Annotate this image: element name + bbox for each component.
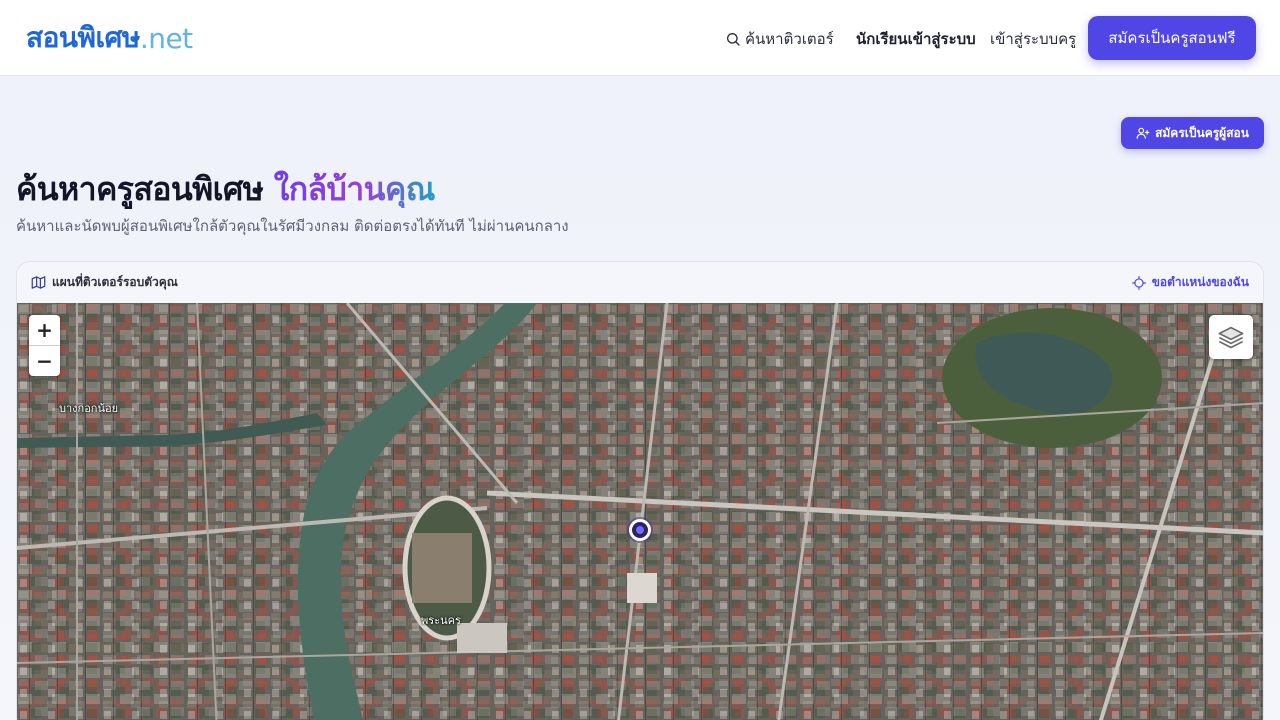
user-location-marker[interactable] bbox=[629, 519, 651, 541]
nav-search-tutor-link[interactable]: ค้นหาติวเตอร์ bbox=[725, 29, 834, 49]
map-label-district-2: พระนคร bbox=[421, 614, 461, 627]
satellite-imagery bbox=[17, 303, 1263, 720]
tutor-map-card: แผนที่ติวเตอร์รอบตัวคุณ ขอตำแหน่งของฉัน bbox=[16, 261, 1264, 720]
nav-teacher-login-link[interactable]: เข้าสู่ระบบครู bbox=[990, 29, 1076, 49]
logo-tld-text: .net bbox=[139, 21, 193, 55]
layers-icon bbox=[1218, 326, 1244, 349]
map-header-title: แผนที่ติวเตอร์รอบตัวคุณ bbox=[31, 273, 178, 292]
register-teacher-button[interactable]: สมัครเป็นครูสอนฟรี bbox=[1088, 16, 1256, 60]
user-plus-icon bbox=[1136, 127, 1150, 139]
page-title: ค้นหาครูสอนพิเศษ ใกล้บ้านคุณ bbox=[16, 164, 435, 210]
nav-search-label: ค้นหาติวเตอร์ bbox=[745, 30, 834, 48]
crosshair-icon bbox=[1131, 275, 1146, 290]
zoom-in-button[interactable]: + bbox=[29, 315, 60, 345]
register-tutor-small-button[interactable]: สมัครเป็นครูผู้สอน bbox=[1121, 117, 1264, 149]
layer-switcher-button[interactable] bbox=[1209, 315, 1253, 359]
logo-main-text: สอนพิเศษ bbox=[26, 21, 140, 54]
map-label-district-1: บางกอกน้อย bbox=[59, 402, 119, 415]
top-navbar: สอนพิเศษ .net ค้นหาติวเตอร์ นักเรียนเข้าส… bbox=[0, 0, 1280, 76]
zoom-out-button[interactable]: − bbox=[29, 345, 60, 376]
page-subtitle: ค้นหาและนัดพบผู้สอนพิเศษใกล้ตัวคุณในรัศม… bbox=[16, 217, 569, 235]
page-title-main: ค้นหาครูสอนพิเศษ bbox=[16, 170, 274, 208]
locate-me-button[interactable]: ขอตำแหน่งของฉัน bbox=[1131, 273, 1249, 292]
nav-student-login-link[interactable]: นักเรียนเข้าสู่ระบบ bbox=[856, 29, 976, 49]
zoom-control: + − bbox=[29, 315, 60, 376]
map-canvas[interactable]: บางกอกน้อย พระนคร + − bbox=[17, 303, 1263, 720]
register-tutor-small-label: สมัครเป็นครูผู้สอน bbox=[1155, 125, 1249, 140]
map-card-header: แผนที่ติวเตอร์รอบตัวคุณ ขอตำแหน่งของฉัน bbox=[17, 262, 1263, 303]
page-title-highlight: ใกล้บ้านคุณ bbox=[273, 170, 436, 208]
user-location-dot bbox=[636, 526, 644, 534]
search-icon bbox=[727, 33, 740, 46]
map-icon bbox=[31, 276, 46, 289]
locate-me-label: ขอตำแหน่งของฉัน bbox=[1151, 275, 1249, 289]
map-title-label: แผนที่ติวเตอร์รอบตัวคุณ bbox=[52, 275, 178, 289]
site-logo[interactable]: สอนพิเศษ .net bbox=[26, 18, 193, 58]
